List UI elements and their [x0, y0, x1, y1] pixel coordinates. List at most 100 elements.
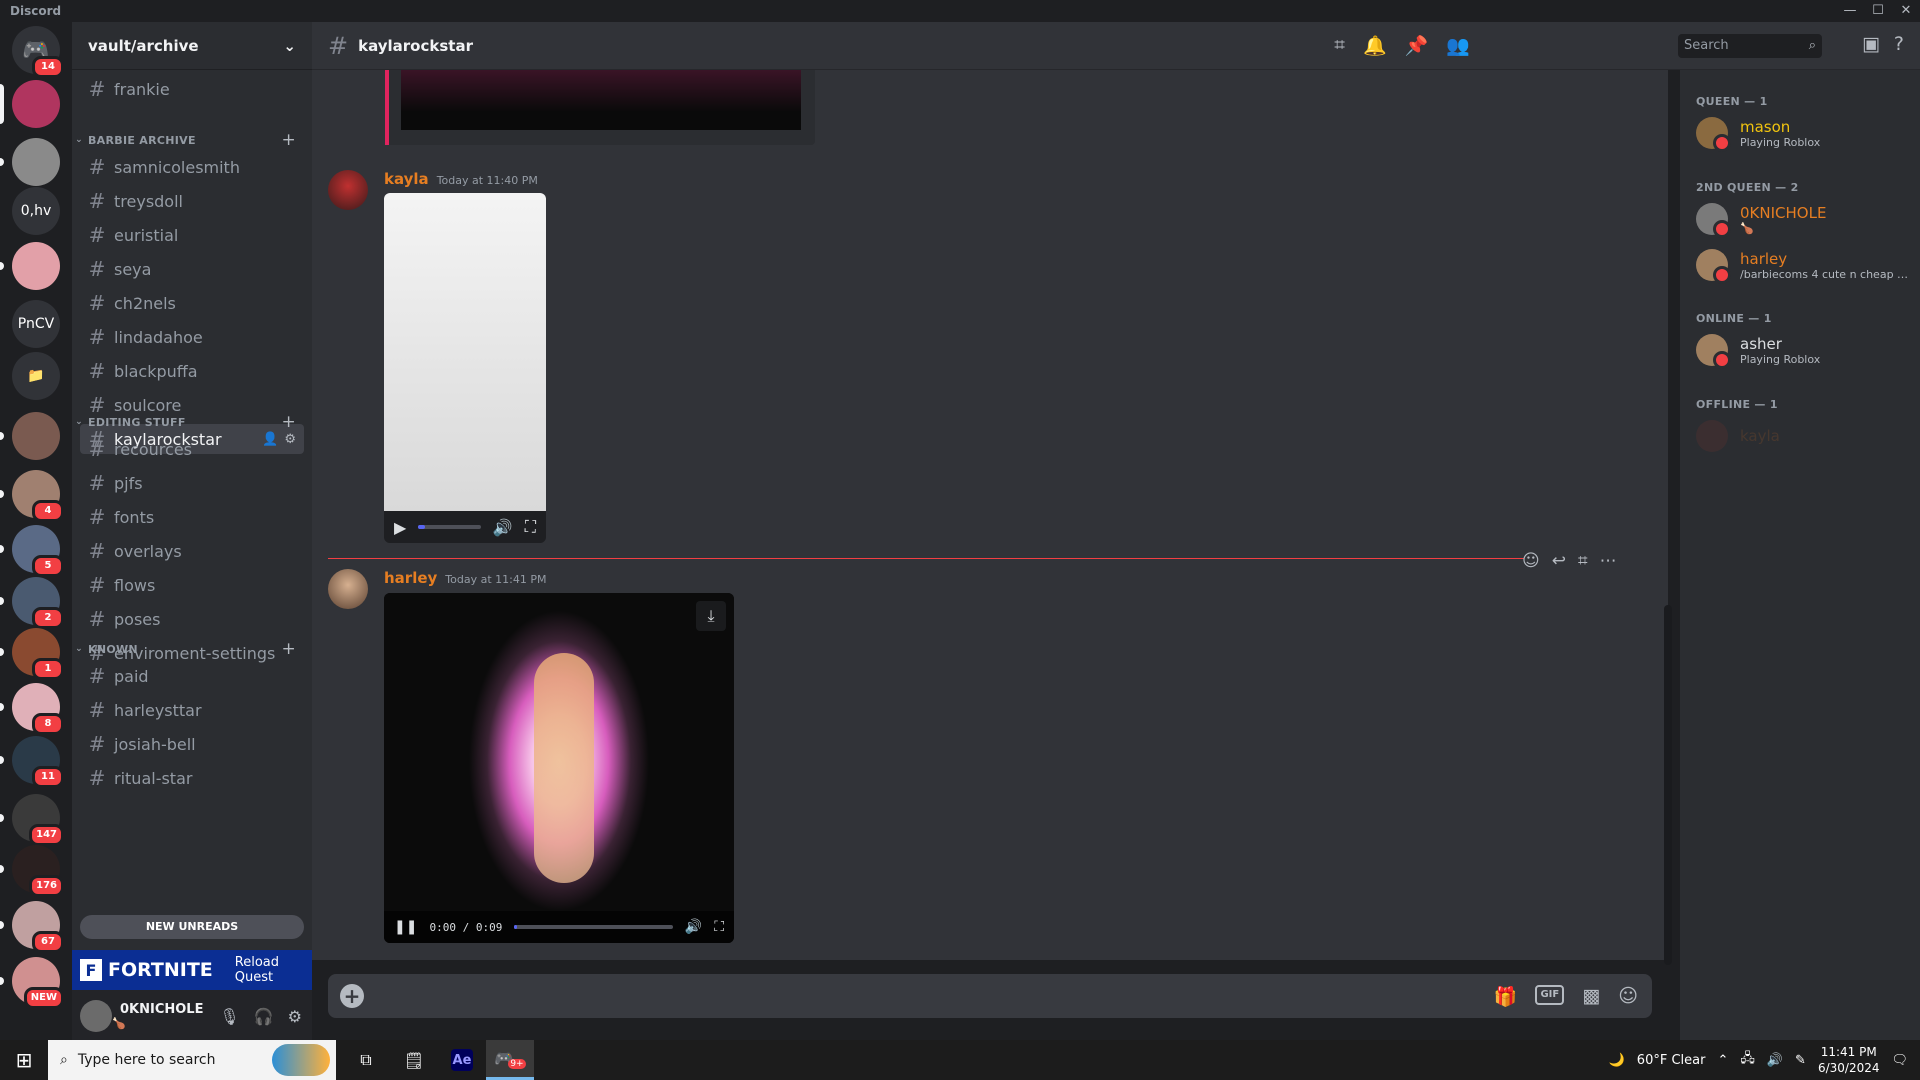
- embed-media[interactable]: [401, 70, 801, 130]
- channel-recources[interactable]: # recources: [80, 434, 304, 464]
- minimize-button[interactable]: —: [1836, 0, 1864, 22]
- channel-ch2nels[interactable]: # ch2nels: [80, 288, 304, 318]
- pause-icon[interactable]: ❚❚: [394, 919, 417, 935]
- category-header[interactable]: ⌄ EDITING STUFF +: [74, 412, 310, 432]
- thread-icon[interactable]: ⌗: [1578, 551, 1588, 571]
- channel-samnicolesmith[interactable]: # samnicolesmith: [80, 152, 304, 182]
- server-icon[interactable]: 147: [0, 794, 64, 846]
- server-icon[interactable]: 8: [0, 683, 64, 735]
- volume-icon[interactable]: 🔊: [685, 919, 702, 935]
- server-icon[interactable]: 5: [0, 525, 64, 577]
- volume-slider[interactable]: [418, 525, 481, 529]
- fullscreen-icon[interactable]: ⛶: [525, 517, 536, 537]
- channel-ritual-star[interactable]: # ritual-star: [80, 763, 304, 793]
- notifications-icon[interactable]: 🗨: [1891, 1053, 1908, 1068]
- taskbar-search[interactable]: ⌕ Type here to search: [48, 1040, 336, 1080]
- user-avatar[interactable]: [80, 1000, 112, 1032]
- seek-bar[interactable]: [514, 925, 673, 929]
- server-icon[interactable]: 4: [0, 470, 64, 522]
- author-name[interactable]: harley: [384, 569, 437, 587]
- server-icon[interactable]: 1: [0, 628, 64, 680]
- member-item[interactable]: kayla: [1688, 415, 1912, 457]
- server-icon[interactable]: [0, 242, 60, 290]
- threads-icon[interactable]: ⌗: [1334, 34, 1345, 57]
- category-header[interactable]: ⌄ BARBIE ARCHIVE +: [74, 130, 310, 150]
- server-icon[interactable]: 📁: [12, 352, 60, 400]
- new-unreads-pill[interactable]: NEW UNREADS: [80, 915, 304, 939]
- server-icon[interactable]: 2: [0, 577, 64, 629]
- channel-paid[interactable]: # paid: [80, 661, 304, 691]
- channel-blackpuffa[interactable]: # blackpuffa: [80, 356, 304, 386]
- headphones-icon[interactable]: 🎧: [254, 1007, 274, 1026]
- bell-icon[interactable]: 🔔: [1363, 34, 1387, 57]
- server-icon[interactable]: NEW: [0, 957, 64, 1009]
- gif-icon[interactable]: GIF: [1535, 984, 1565, 1005]
- guild-header[interactable]: vault/archive ⌄: [72, 22, 312, 70]
- sticker-icon[interactable]: ▩: [1582, 985, 1600, 1008]
- server-icon[interactable]: 176: [0, 845, 64, 897]
- discord-taskbar-icon[interactable]: 🎮 9+: [486, 1040, 534, 1080]
- add-channel-icon[interactable]: +: [281, 412, 296, 432]
- server-icon[interactable]: 0,hv: [12, 187, 60, 235]
- channel-treysdoll[interactable]: # treysdoll: [80, 186, 304, 216]
- task-view-icon[interactable]: ⧉: [342, 1040, 390, 1080]
- video-attachment[interactable]: ⤓ ❚❚ 0:00 / 0:09 🔊 ⛶: [384, 593, 734, 943]
- after-effects-icon[interactable]: Ae: [438, 1040, 486, 1080]
- download-icon[interactable]: ⤓: [696, 601, 726, 631]
- members-icon[interactable]: 👥: [1446, 34, 1470, 57]
- channel-pjfs[interactable]: # pjfs: [80, 468, 304, 498]
- channel-josiah-bell[interactable]: # josiah-bell: [80, 729, 304, 759]
- emoji-icon[interactable]: ☺: [1618, 985, 1638, 1008]
- home-button[interactable]: 🎮 14: [12, 26, 64, 78]
- message-scrollbar[interactable]: [1664, 605, 1672, 965]
- message-composer[interactable]: + 🎁 GIF ▩ ☺: [328, 974, 1652, 1018]
- volume-icon[interactable]: 🔊: [493, 518, 513, 537]
- channel-euristial[interactable]: # euristial: [80, 220, 304, 250]
- channel-overlays[interactable]: # overlays: [80, 536, 304, 566]
- windows-start-icon[interactable]: ⊞: [0, 1048, 48, 1072]
- channel-fonts[interactable]: # fonts: [80, 502, 304, 532]
- pen-icon[interactable]: ✎: [1795, 1053, 1806, 1068]
- reply-icon[interactable]: ↩: [1552, 551, 1566, 571]
- author-name[interactable]: kayla: [384, 170, 429, 188]
- member-item[interactable]: harley/barbiecoms 4 cute n cheap e...: [1688, 244, 1912, 286]
- close-button[interactable]: ✕: [1892, 0, 1920, 22]
- network-icon[interactable]: 🖧: [1740, 1049, 1755, 1071]
- server-icon[interactable]: [0, 138, 60, 186]
- category-header[interactable]: ⌄ KNOWN +: [74, 639, 310, 659]
- help-icon[interactable]: ?: [1894, 33, 1904, 55]
- add-reaction-icon[interactable]: ☺: [1522, 551, 1540, 571]
- server-icon[interactable]: [0, 412, 60, 460]
- weather-text[interactable]: 60°F Clear: [1637, 1053, 1706, 1068]
- server-icon[interactable]: [0, 80, 60, 128]
- member-item[interactable]: asher Playing Roblox: [1688, 329, 1912, 371]
- gift-icon[interactable]: 🎁: [1494, 985, 1518, 1008]
- play-icon[interactable]: ▶: [394, 518, 406, 537]
- channel-harleysttar[interactable]: # harleysttar: [80, 695, 304, 725]
- volume-icon[interactable]: 🔊: [1767, 1053, 1783, 1068]
- add-channel-icon[interactable]: +: [281, 639, 296, 659]
- pin-icon[interactable]: 📌: [1405, 34, 1429, 57]
- inbox-icon[interactable]: ▣: [1862, 33, 1880, 55]
- add-channel-icon[interactable]: +: [281, 130, 296, 150]
- video-attachment[interactable]: ▶ 🔊 ⛶: [384, 193, 546, 543]
- attach-plus-icon[interactable]: +: [340, 984, 364, 1008]
- clock[interactable]: 11:41 PM 6/30/2024: [1818, 1044, 1880, 1076]
- server-icon[interactable]: 67: [0, 901, 64, 953]
- search-input[interactable]: Search ⌕: [1678, 34, 1822, 58]
- author-avatar[interactable]: [328, 569, 368, 609]
- server-icon[interactable]: PnCV: [12, 300, 60, 348]
- notepad-icon[interactable]: 🗒: [390, 1040, 438, 1080]
- server-icon[interactable]: 11: [0, 736, 64, 788]
- fullscreen-icon[interactable]: ⛶: [714, 919, 724, 935]
- chevron-up-icon[interactable]: ⌃: [1717, 1053, 1728, 1068]
- member-item[interactable]: mason Playing Roblox: [1688, 112, 1912, 154]
- more-icon[interactable]: ⋯: [1600, 551, 1617, 571]
- quest-banner[interactable]: F FORTNITE Reload Quest: [72, 950, 312, 990]
- channel-seya[interactable]: # seya: [80, 254, 304, 284]
- maximize-button[interactable]: ☐: [1864, 0, 1892, 22]
- channel-frankie[interactable]: # frankie: [80, 74, 304, 104]
- author-avatar[interactable]: [328, 170, 368, 210]
- gear-icon[interactable]: ⚙: [288, 1007, 302, 1026]
- microphone-icon[interactable]: 🎙: [219, 1007, 239, 1026]
